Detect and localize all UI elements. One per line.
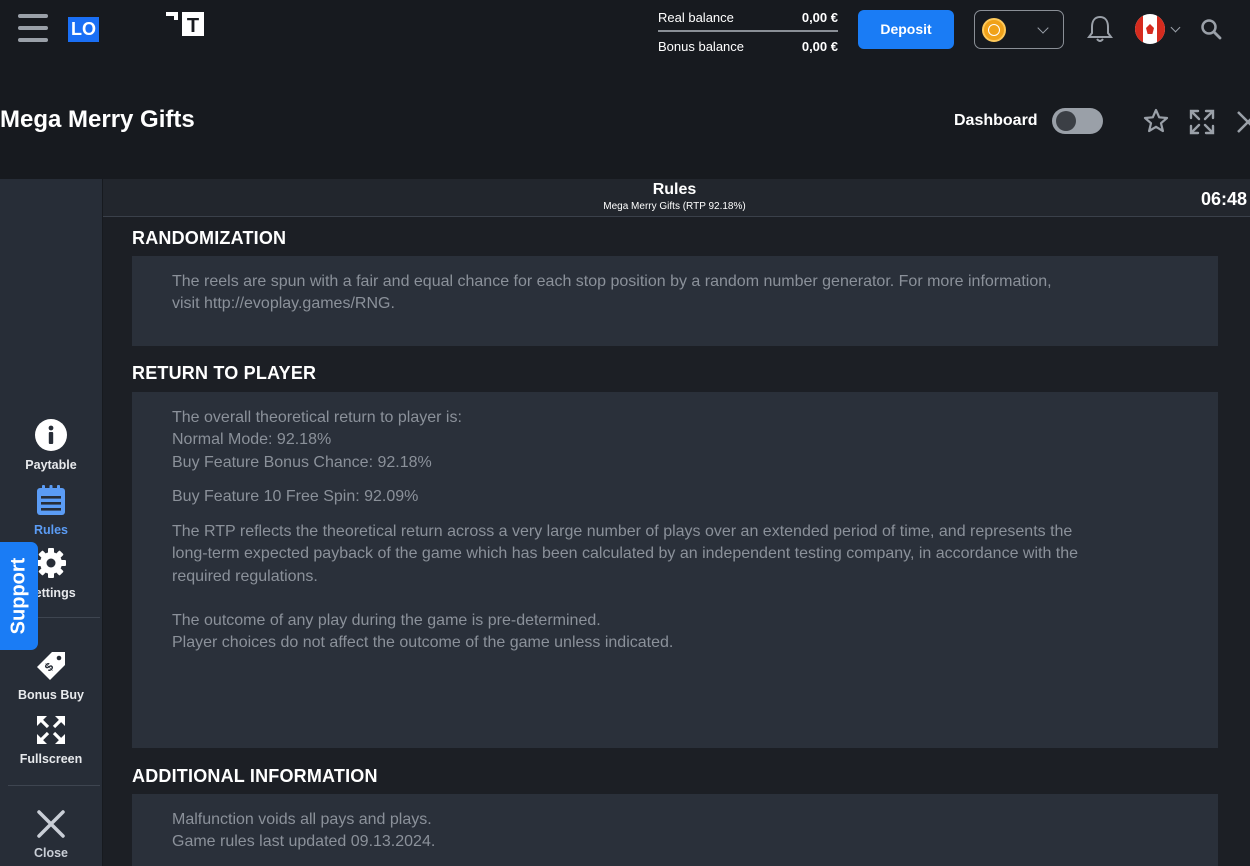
brand-logo-letter: T xyxy=(187,15,199,36)
sidebar-label-rules: Rules xyxy=(33,523,69,537)
sidebar-item-fullscreen[interactable]: Fullscreen xyxy=(0,715,102,766)
top-bar: LO T Real balance 0,00 € Bonus balance 0… xyxy=(0,0,1250,60)
favorite-star-icon[interactable] xyxy=(1142,107,1170,135)
sidebar-label-bonus-buy: Bonus Buy xyxy=(18,688,84,702)
canada-flag-icon[interactable] xyxy=(1135,14,1165,44)
text-line: Player choices do not affect the outcome… xyxy=(172,634,674,652)
support-label: Support xyxy=(7,557,30,635)
expand-icon[interactable] xyxy=(1188,108,1216,136)
game-sidebar: Paytable Rules Settings $ Bonus Buy Full… xyxy=(0,179,102,866)
text-line: long-term expected payback of the game w… xyxy=(172,545,1079,563)
balance-panel: Real balance 0,00 € Bonus balance 0,00 € xyxy=(658,6,838,57)
user-avatar-icon xyxy=(982,18,1006,42)
deposit-button[interactable]: Deposit xyxy=(858,10,954,49)
dashboard-label: Dashboard xyxy=(954,112,1038,129)
close-icon xyxy=(37,810,65,838)
sidebar-item-paytable[interactable]: Paytable xyxy=(0,419,102,472)
text-line: Buy Feature Bonus Chance: 92.18% xyxy=(172,453,432,471)
text-line: Buy Feature 10 Free Spin: 92.09% xyxy=(172,487,419,505)
text-line: Normal Mode: 92.18% xyxy=(172,431,332,449)
rules-title: Rules xyxy=(652,181,697,198)
language-chevron-icon[interactable] xyxy=(1170,22,1181,33)
text-line: The overall theoretical return to player… xyxy=(172,409,462,426)
real-balance-label: Real balance xyxy=(658,9,734,25)
rules-header: Rules Mega Merry Gifts (RTP 92.18%) 06:4… xyxy=(103,179,1250,217)
menu-icon[interactable] xyxy=(18,14,48,42)
fullscreen-icon xyxy=(37,716,65,744)
search-icon[interactable] xyxy=(1200,18,1222,40)
real-balance-value: 0,00 € xyxy=(801,9,838,25)
rules-panel[interactable]: Rules Mega Merry Gifts (RTP 92.18%) 06:4… xyxy=(103,179,1250,866)
site-logo[interactable]: LO xyxy=(68,17,99,42)
gear-icon xyxy=(36,548,66,578)
section-title-additional: ADDITIONAL INFORMATION xyxy=(132,766,378,786)
sidebar-item-bonus-buy[interactable]: $ Bonus Buy xyxy=(0,649,102,702)
text-line: The RTP reflects the theoretical return … xyxy=(172,523,1073,541)
section-body-rtp: The overall theoretical return to player… xyxy=(132,392,1218,748)
section-title-rtp: RETURN TO PLAYER xyxy=(132,363,317,383)
sidebar-label-fullscreen: Fullscreen xyxy=(19,752,83,766)
close-game-icon[interactable] xyxy=(1236,110,1250,134)
sidebar-divider xyxy=(8,785,100,786)
text-line: The reels are spun with a fair and equal… xyxy=(172,273,1052,290)
section-body-additional: Malfunction voids all pays and plays. Ga… xyxy=(132,794,1218,866)
info-icon xyxy=(35,419,67,451)
rules-subtitle: Mega Merry Gifts (RTP 92.18%) xyxy=(603,201,746,212)
text-line: The outcome of any play during the game … xyxy=(172,612,601,630)
text-line: Malfunction voids all pays and plays. xyxy=(172,811,432,828)
bonus-balance-label: Bonus balance xyxy=(658,38,745,54)
section-title-randomization: RANDOMIZATION xyxy=(132,228,287,248)
text-line: required regulations. xyxy=(172,567,318,585)
balance-divider xyxy=(658,30,838,32)
game-title: Mega Merry Gifts xyxy=(0,106,195,133)
dashboard-toggle[interactable] xyxy=(1052,108,1103,134)
bell-icon[interactable] xyxy=(1087,14,1113,44)
bonus-balance-value: 0,00 € xyxy=(801,38,838,54)
support-tab[interactable]: Support xyxy=(0,542,38,650)
price-tag-icon: $ xyxy=(37,652,65,680)
sidebar-item-close[interactable]: Close xyxy=(0,809,102,860)
text-line: Game rules last updated 09.13.2024. xyxy=(172,833,436,851)
account-dropdown[interactable] xyxy=(974,10,1064,49)
text-line: visit http://evoplay.games/RNG. xyxy=(172,295,395,313)
sidebar-item-rules[interactable]: Rules xyxy=(0,484,102,537)
chevron-down-icon xyxy=(1037,22,1049,34)
rules-icon xyxy=(37,485,65,515)
brand-logo-icon: T xyxy=(166,12,204,37)
clock-time: 06:48 xyxy=(1200,189,1247,209)
sidebar-label-close: Close xyxy=(33,846,69,860)
sidebar-label-paytable: Paytable xyxy=(25,458,77,472)
section-body-randomization: The reels are spun with a fair and equal… xyxy=(132,256,1218,346)
